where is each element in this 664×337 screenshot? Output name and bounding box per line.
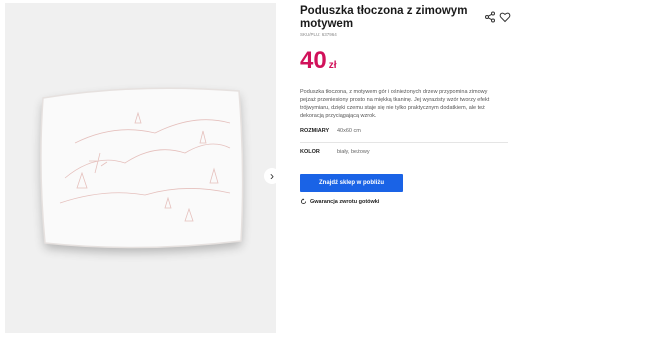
product-title: Poduszka tłoczona z zimowym motywem bbox=[300, 5, 468, 30]
price-currency: zł bbox=[328, 60, 337, 71]
attribute-value: 40x60 cm bbox=[337, 128, 361, 134]
chevron-right-icon: › bbox=[270, 169, 274, 183]
attribute-row-color: KOLOR biały, beżowy bbox=[300, 149, 508, 159]
sku-label: SKU/PLU: 637964 bbox=[300, 32, 337, 37]
attribute-row-size: ROZMIARY 40x60 cm bbox=[300, 128, 508, 138]
money-back-guarantee[interactable]: Gwarancja zwrotu gotówki bbox=[300, 198, 379, 205]
product-description: Poduszka tłoczona, z motywem gór i ośnie… bbox=[300, 89, 490, 119]
price-value: 40 bbox=[300, 47, 327, 74]
guarantee-label: Gwarancja zwrotu gotówki bbox=[310, 198, 380, 205]
divider bbox=[300, 142, 508, 143]
product-image-gallery[interactable]: › bbox=[5, 3, 280, 333]
refresh-icon bbox=[300, 198, 307, 205]
attribute-label: ROZMIARY bbox=[300, 128, 330, 134]
attribute-label: KOLOR bbox=[300, 149, 320, 155]
share-icon[interactable] bbox=[484, 11, 496, 23]
next-image-button[interactable]: › bbox=[264, 168, 280, 184]
product-image bbox=[40, 87, 244, 249]
find-store-button[interactable]: Znajdź sklep w pobliżu bbox=[300, 174, 403, 192]
heart-icon[interactable] bbox=[499, 11, 511, 23]
attribute-value: biały, beżowy bbox=[337, 149, 370, 155]
price: 40 zł bbox=[300, 47, 336, 80]
